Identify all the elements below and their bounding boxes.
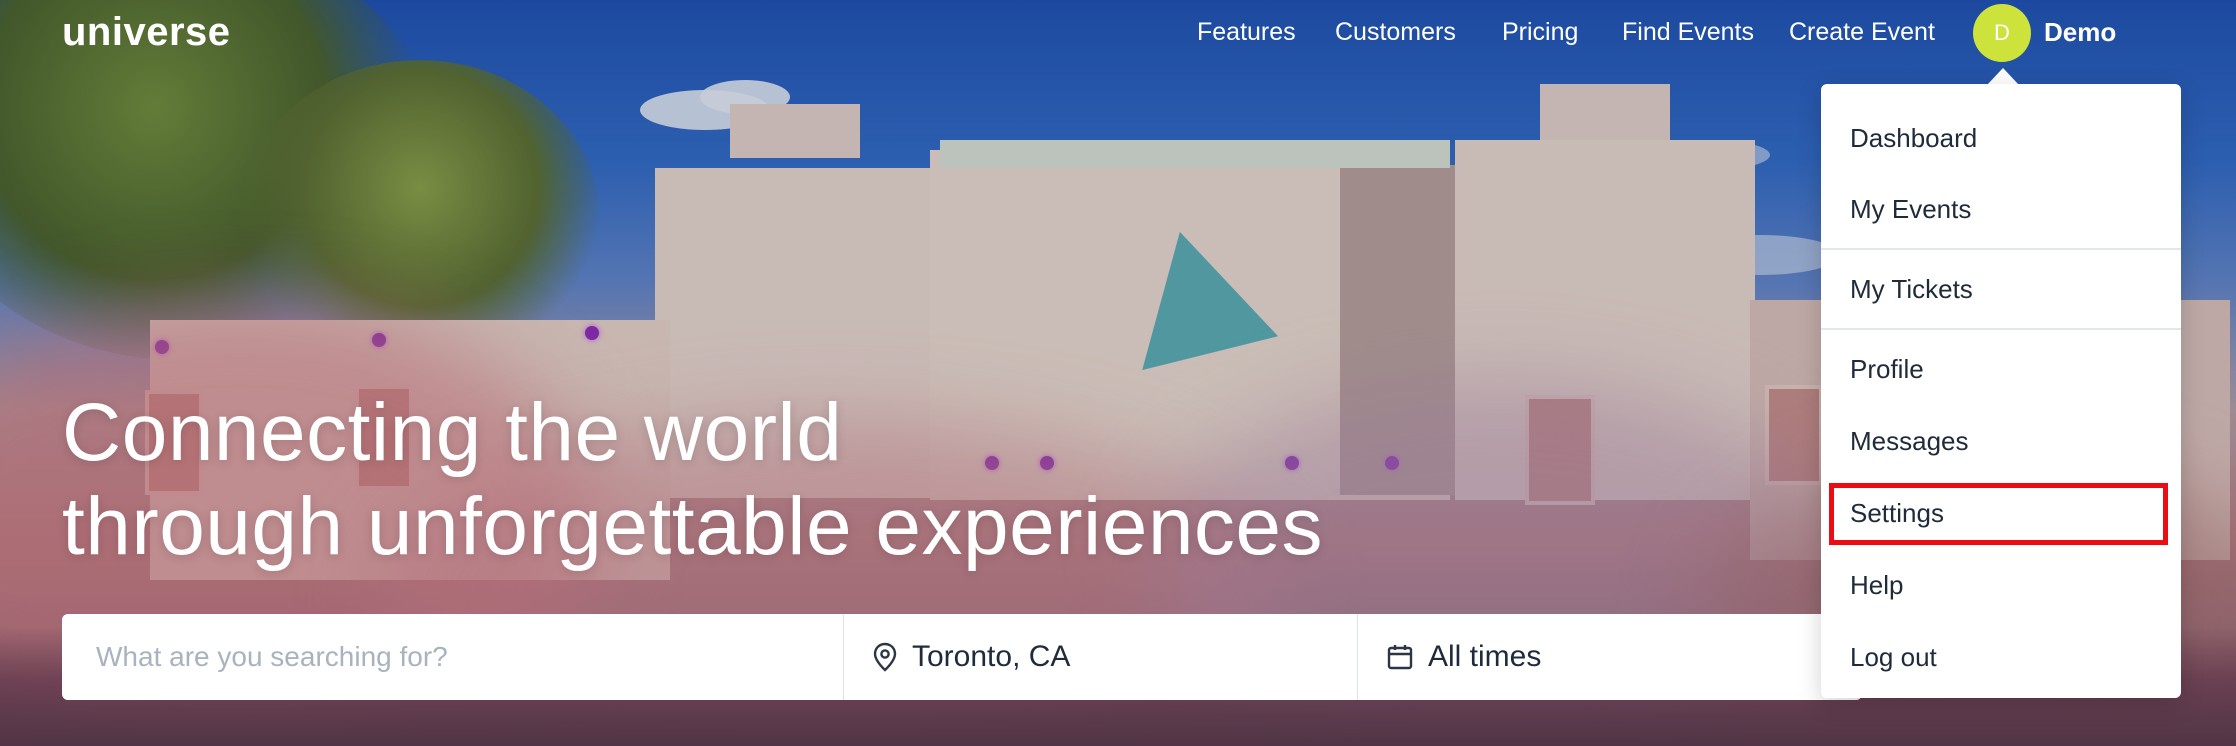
event-search-bar: Toronto, CA All times xyxy=(62,614,1862,700)
search-input[interactable] xyxy=(96,641,816,673)
menu-item-my-tickets[interactable]: My Tickets xyxy=(1821,264,2181,314)
headline-line-2: through unforgettable experiences xyxy=(62,481,1324,572)
date-selector[interactable]: All times xyxy=(1358,614,1862,700)
menu-item-my-events[interactable]: My Events xyxy=(1821,184,2181,234)
search-what-field[interactable] xyxy=(62,614,844,700)
menu-item-dashboard[interactable]: Dashboard xyxy=(1821,113,2181,163)
menu-divider xyxy=(1821,328,2181,330)
menu-item-messages[interactable]: Messages xyxy=(1821,416,2181,466)
headline-line-1: Connecting the world xyxy=(62,387,843,478)
user-dropdown-menu: Dashboard My Events My Tickets Profile M… xyxy=(1821,84,2181,698)
nav-create-event[interactable]: Create Event xyxy=(1789,18,1935,47)
date-value: All times xyxy=(1428,640,1542,673)
nav-features[interactable]: Features xyxy=(1197,18,1296,47)
menu-item-help[interactable]: Help xyxy=(1821,560,2181,610)
location-value: Toronto, CA xyxy=(912,640,1071,673)
user-avatar[interactable]: D xyxy=(1973,4,2031,62)
calendar-icon xyxy=(1386,643,1414,671)
nav-customers[interactable]: Customers xyxy=(1335,18,1456,47)
menu-item-log-out[interactable]: Log out xyxy=(1821,632,2181,682)
hero-headline: Connecting the world through unforgettab… xyxy=(62,386,1323,574)
menu-divider xyxy=(1821,248,2181,250)
dropdown-caret xyxy=(1987,68,2019,85)
nav-pricing[interactable]: Pricing xyxy=(1502,18,1578,47)
map-pin-icon xyxy=(872,642,898,672)
nav-find-events[interactable]: Find Events xyxy=(1622,18,1754,47)
menu-item-profile[interactable]: Profile xyxy=(1821,344,2181,394)
location-selector[interactable]: Toronto, CA xyxy=(844,614,1358,700)
user-menu-toggle[interactable]: Demo xyxy=(2044,17,2116,48)
universe-logo[interactable]: universe xyxy=(62,10,231,55)
menu-item-settings[interactable]: Settings xyxy=(1821,488,2181,538)
